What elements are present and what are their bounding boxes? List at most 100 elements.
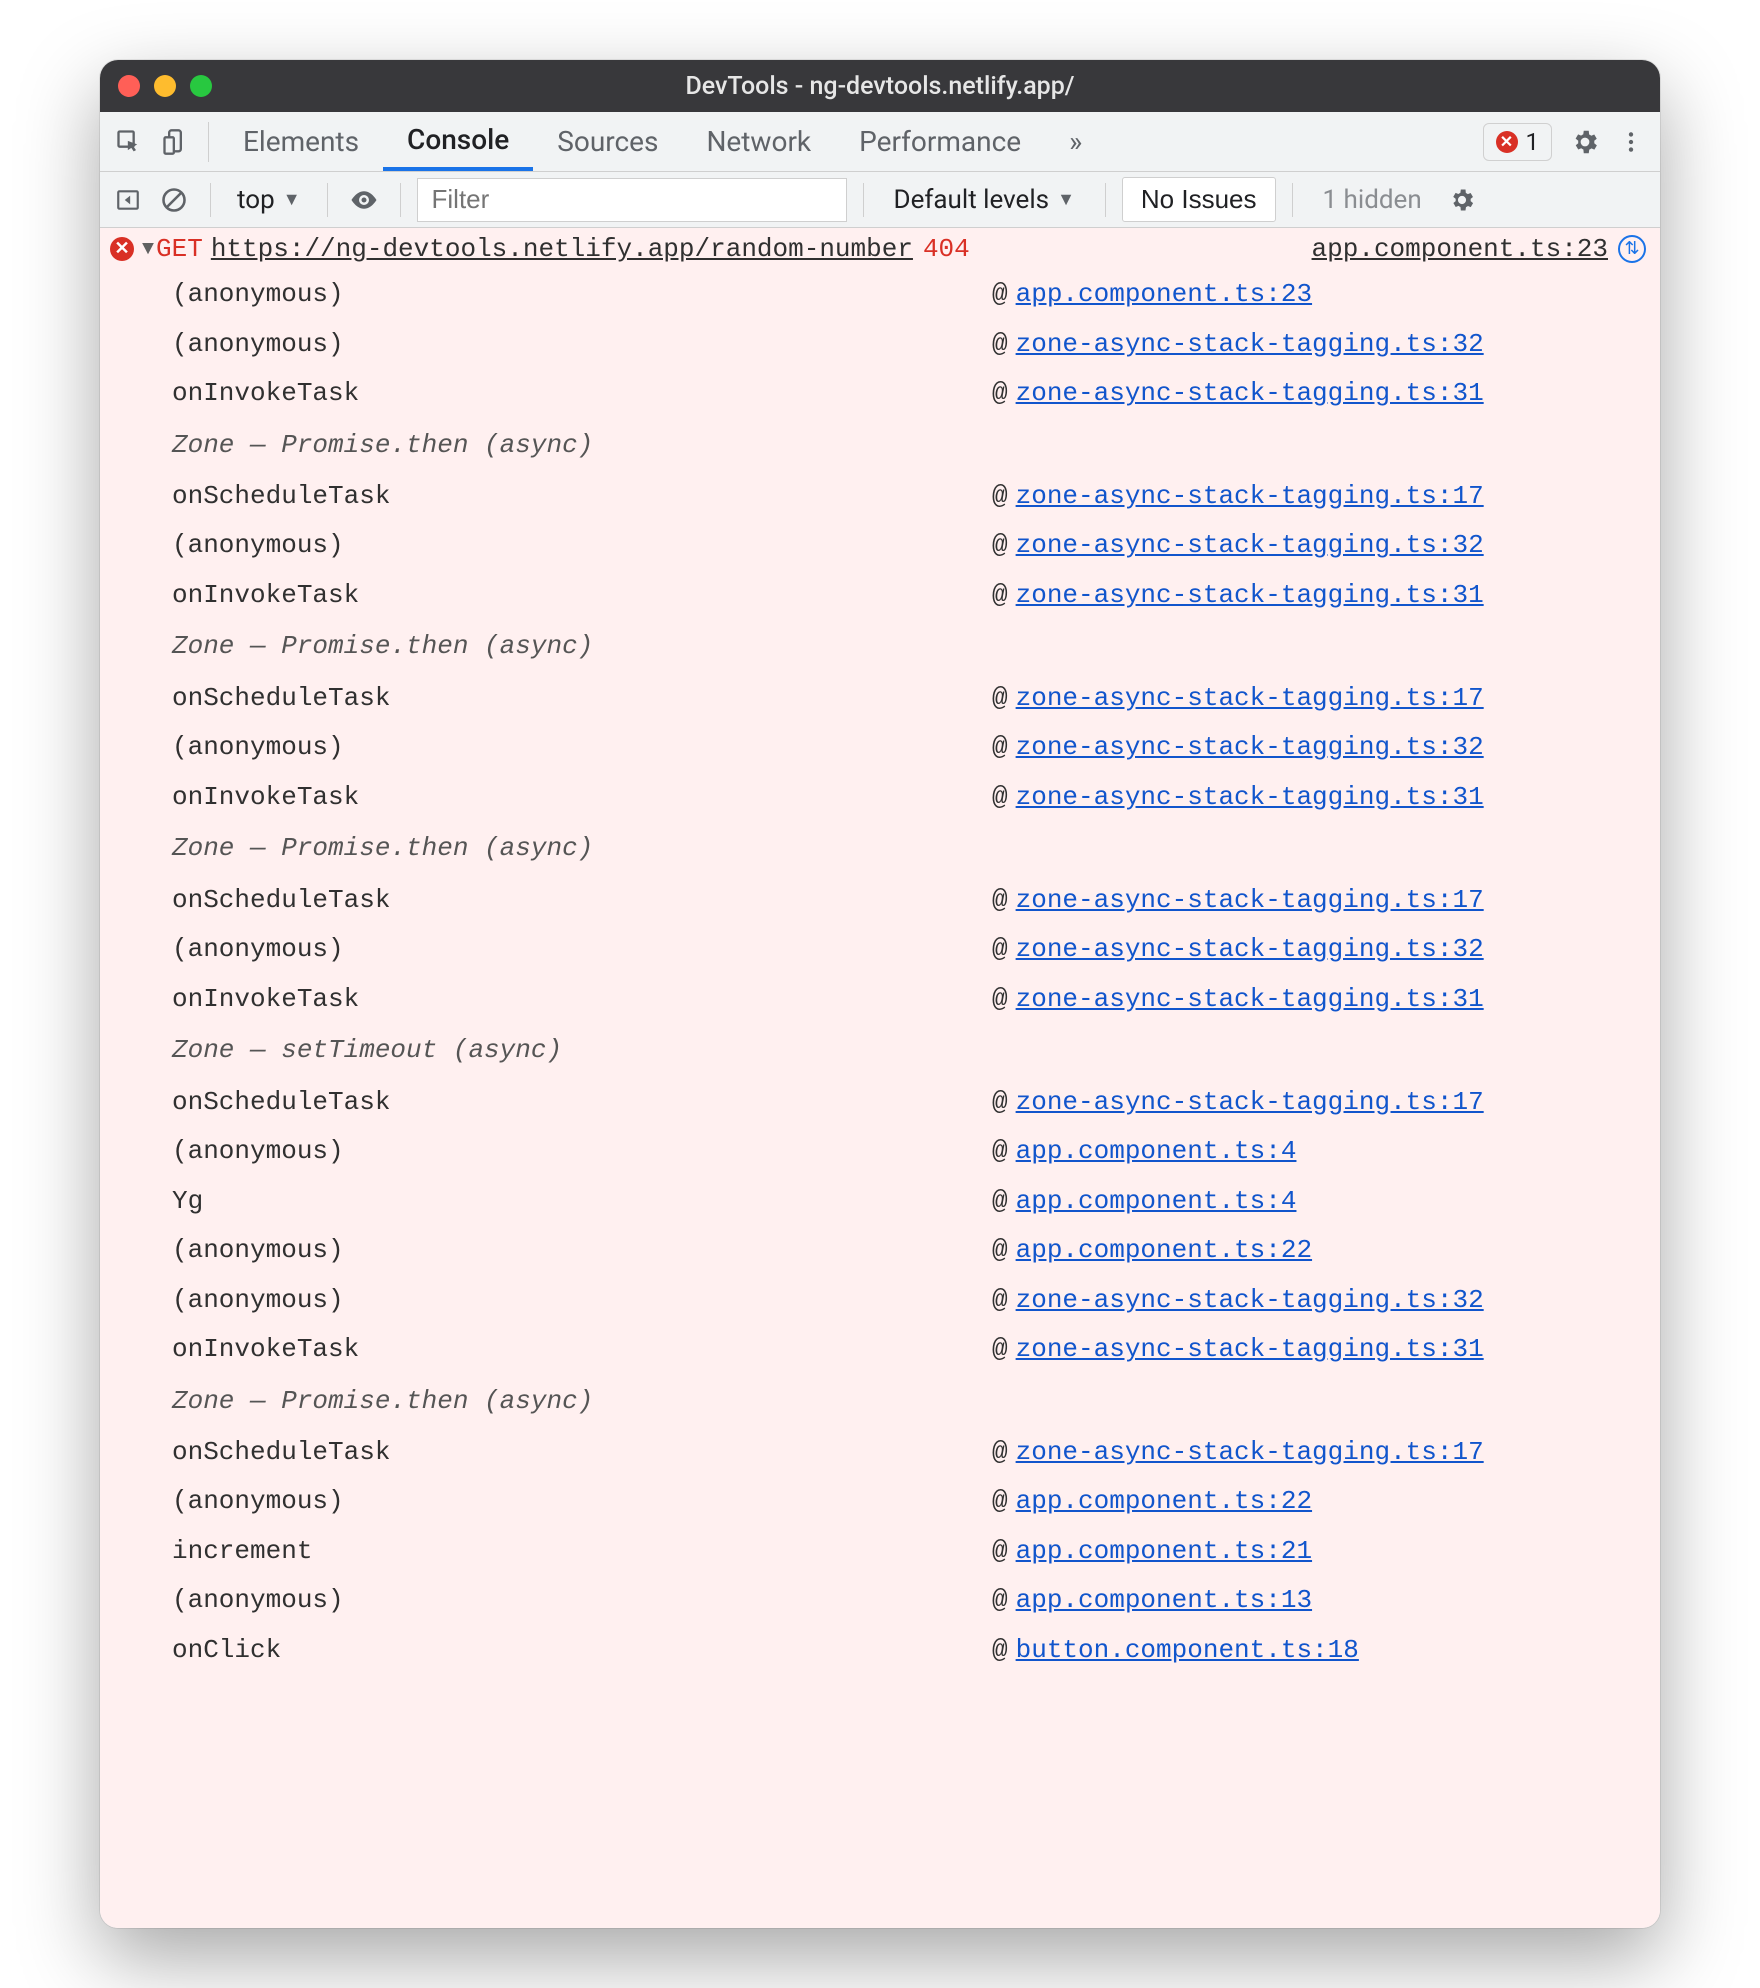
frame-source-link[interactable]: zone-async-stack-tagging.ts:32: [1016, 322, 1484, 368]
error-badge-icon: ✕: [110, 237, 134, 261]
device-toolbar-icon[interactable]: [152, 119, 198, 165]
frame-source-link[interactable]: app.component.ts:21: [1016, 1529, 1312, 1575]
separator: [400, 183, 401, 217]
at-symbol: @: [992, 1430, 1008, 1476]
filter-input[interactable]: [417, 178, 847, 222]
request-url-link[interactable]: https://ng-devtools.netlify.app/random-n…: [211, 234, 913, 264]
frame-source-link[interactable]: app.component.ts:4: [1016, 1129, 1297, 1175]
frame-source-link[interactable]: app.component.ts:13: [1016, 1578, 1312, 1624]
async-boundary: Zone — Promise.then (async): [100, 822, 1660, 875]
live-expression-icon[interactable]: [344, 180, 384, 220]
tab-sources[interactable]: Sources: [533, 112, 682, 171]
frame-function: (anonymous): [172, 1479, 992, 1525]
at-symbol: @: [992, 474, 1008, 520]
frame-function: (anonymous): [172, 927, 992, 973]
tab-performance[interactable]: Performance: [835, 112, 1045, 171]
frame-source-link[interactable]: app.component.ts:22: [1016, 1228, 1312, 1274]
titlebar: DevTools - ng-devtools.netlify.app/: [100, 60, 1660, 112]
devtools-window: DevTools - ng-devtools.netlify.app/ Elem…: [100, 60, 1660, 1928]
levels-label: Default levels: [894, 185, 1050, 215]
frame-function: onScheduleTask: [172, 1430, 992, 1476]
console-settings-icon[interactable]: [1442, 180, 1482, 220]
settings-icon[interactable]: [1562, 119, 1608, 165]
error-message-row[interactable]: ✕ ▼ GET https://ng-devtools.netlify.app/…: [100, 228, 1660, 270]
frame-source-link[interactable]: zone-async-stack-tagging.ts:31: [1016, 977, 1484, 1023]
frame-source-link[interactable]: zone-async-stack-tagging.ts:32: [1016, 927, 1484, 973]
stack-frame: (anonymous)@app.component.ts:4: [100, 1127, 1660, 1177]
stack-frame: onInvokeTask@zone-async-stack-tagging.ts…: [100, 369, 1660, 419]
main-tab-bar: ElementsConsoleSourcesNetworkPerformance…: [100, 112, 1660, 172]
frame-source-link[interactable]: app.component.ts:4: [1016, 1179, 1297, 1225]
frame-function: Yg: [172, 1179, 992, 1225]
at-symbol: @: [992, 977, 1008, 1023]
frame-function: onScheduleTask: [172, 1080, 992, 1126]
at-symbol: @: [992, 272, 1008, 318]
frame-source-link[interactable]: zone-async-stack-tagging.ts:17: [1016, 1080, 1484, 1126]
frame-source-link[interactable]: zone-async-stack-tagging.ts:31: [1016, 775, 1484, 821]
error-count: 1: [1526, 128, 1540, 156]
stack-frame: (anonymous)@zone-async-stack-tagging.ts:…: [100, 723, 1660, 773]
stack-frame: (anonymous)@zone-async-stack-tagging.ts:…: [100, 521, 1660, 571]
stack-frame: (anonymous)@app.component.ts:22: [100, 1226, 1660, 1276]
frame-function: (anonymous): [172, 1578, 992, 1624]
stack-frame: onInvokeTask@zone-async-stack-tagging.ts…: [100, 975, 1660, 1025]
disclosure-triangle-icon[interactable]: ▼: [142, 238, 154, 261]
frame-function: onInvokeTask: [172, 1327, 992, 1373]
tab-console[interactable]: Console: [383, 112, 533, 171]
frame-source-link[interactable]: zone-async-stack-tagging.ts:32: [1016, 523, 1484, 569]
at-symbol: @: [992, 775, 1008, 821]
frame-source-link[interactable]: zone-async-stack-tagging.ts:31: [1016, 371, 1484, 417]
source-link[interactable]: app.component.ts:23: [1312, 234, 1608, 264]
frame-source-link[interactable]: zone-async-stack-tagging.ts:17: [1016, 1430, 1484, 1476]
tab-elements[interactable]: Elements: [219, 112, 383, 171]
at-symbol: @: [992, 1228, 1008, 1274]
stack-frame: (anonymous)@zone-async-stack-tagging.ts:…: [100, 1276, 1660, 1326]
navigate-icon[interactable]: ⇅: [1618, 235, 1646, 263]
at-symbol: @: [992, 1080, 1008, 1126]
frame-function: onInvokeTask: [172, 977, 992, 1023]
frame-source-link[interactable]: button.component.ts:18: [1016, 1628, 1359, 1674]
frame-source-link[interactable]: zone-async-stack-tagging.ts:17: [1016, 878, 1484, 924]
frame-source-link[interactable]: zone-async-stack-tagging.ts:17: [1016, 676, 1484, 722]
frame-source-link[interactable]: zone-async-stack-tagging.ts:32: [1016, 725, 1484, 771]
separator: [208, 122, 209, 162]
at-symbol: @: [992, 878, 1008, 924]
frame-source-link[interactable]: zone-async-stack-tagging.ts:32: [1016, 1278, 1484, 1324]
error-count-chip[interactable]: ✕ 1: [1483, 123, 1553, 161]
frame-function: (anonymous): [172, 523, 992, 569]
error-icon: ✕: [1496, 131, 1518, 153]
frame-function: onInvokeTask: [172, 775, 992, 821]
frame-function: onScheduleTask: [172, 474, 992, 520]
inspect-element-icon[interactable]: [106, 119, 152, 165]
frame-source-link[interactable]: app.component.ts:23: [1016, 272, 1312, 318]
at-symbol: @: [992, 1628, 1008, 1674]
frame-function: (anonymous): [172, 1278, 992, 1324]
frame-function: onScheduleTask: [172, 878, 992, 924]
stack-frame: onInvokeTask@zone-async-stack-tagging.ts…: [100, 1325, 1660, 1375]
log-levels-select[interactable]: Default levels ▼: [880, 185, 1089, 215]
stack-frame: (anonymous)@app.component.ts:13: [100, 1576, 1660, 1626]
window-title: DevTools - ng-devtools.netlify.app/: [100, 72, 1660, 101]
stack-frame: onInvokeTask@zone-async-stack-tagging.ts…: [100, 773, 1660, 823]
frame-source-link[interactable]: zone-async-stack-tagging.ts:31: [1016, 1327, 1484, 1373]
tab-network[interactable]: Network: [682, 112, 835, 171]
clear-console-icon[interactable]: [154, 180, 194, 220]
toggle-sidebar-icon[interactable]: [108, 180, 148, 220]
frame-function: onScheduleTask: [172, 676, 992, 722]
frame-source-link[interactable]: zone-async-stack-tagging.ts:17: [1016, 474, 1484, 520]
frame-function: onInvokeTask: [172, 371, 992, 417]
console-output: ✕ ▼ GET https://ng-devtools.netlify.app/…: [100, 228, 1660, 1928]
http-status: 404: [923, 234, 970, 264]
at-symbol: @: [992, 725, 1008, 771]
at-symbol: @: [992, 322, 1008, 368]
hidden-messages-label: 1 hidden: [1309, 185, 1436, 215]
more-tabs-button[interactable]: »: [1045, 112, 1106, 171]
frame-source-link[interactable]: app.component.ts:22: [1016, 1479, 1312, 1525]
execution-context-select[interactable]: top ▼: [227, 180, 311, 220]
kebab-menu-icon[interactable]: [1608, 119, 1654, 165]
issues-button[interactable]: No Issues: [1122, 177, 1276, 222]
frame-source-link[interactable]: zone-async-stack-tagging.ts:31: [1016, 573, 1484, 619]
at-symbol: @: [992, 1529, 1008, 1575]
at-symbol: @: [992, 1327, 1008, 1373]
separator: [863, 183, 864, 217]
